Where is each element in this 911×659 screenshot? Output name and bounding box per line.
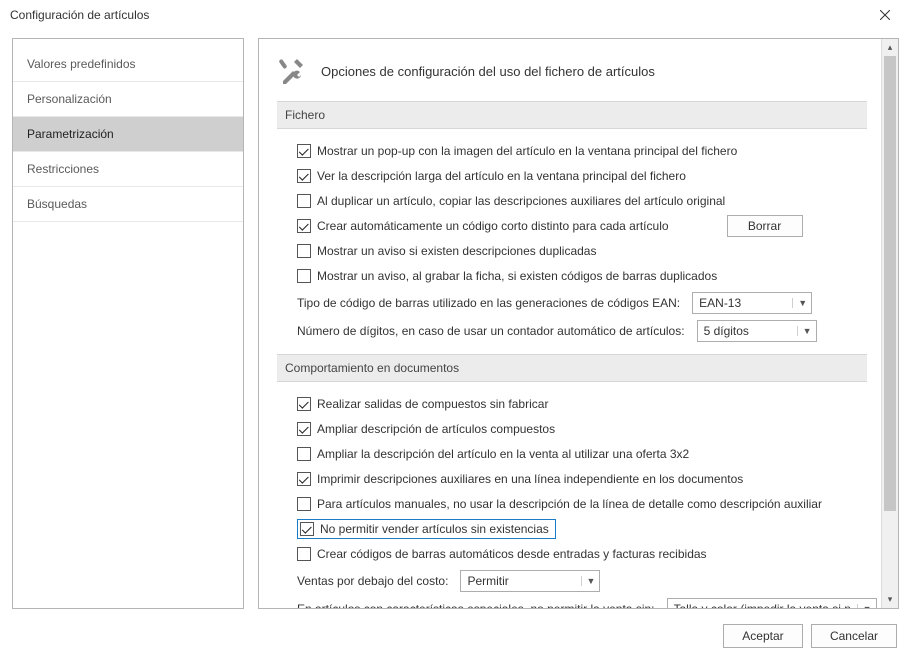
scrollbar-track-region[interactable] bbox=[882, 56, 898, 591]
main-panel: Opciones de configuración del uso del fi… bbox=[258, 38, 899, 609]
checkbox-aviso-barras-dup[interactable] bbox=[297, 269, 311, 283]
dialog-body: Valores predefinidos Personalización Par… bbox=[0, 30, 911, 613]
group-header-fichero: Fichero bbox=[277, 101, 867, 129]
checkbox-desc-larga[interactable] bbox=[297, 169, 311, 183]
sidebar-item-restricciones[interactable]: Restricciones bbox=[13, 152, 243, 187]
chevron-down-icon: ▼ bbox=[857, 604, 872, 608]
chevron-down-icon: ▼ bbox=[581, 576, 596, 586]
checkbox-label: Mostrar un aviso, al grabar la ficha, si… bbox=[317, 269, 717, 283]
checkbox-label: Ampliar descripción de artículos compues… bbox=[317, 422, 555, 436]
checkbox-ampliar-desc-oferta[interactable] bbox=[297, 447, 311, 461]
label-num-digitos: Número de dígitos, en caso de usar un co… bbox=[297, 324, 685, 338]
checkbox-label: Realizar salidas de compuestos sin fabri… bbox=[317, 397, 548, 411]
scrollbar-thumb[interactable] bbox=[884, 56, 896, 511]
sidebar: Valores predefinidos Personalización Par… bbox=[12, 38, 244, 609]
select-num-digitos[interactable]: 5 dígitos ▼ bbox=[697, 320, 817, 342]
chevron-down-icon: ▼ bbox=[792, 298, 807, 308]
group-body-comportamiento: Realizar salidas de compuestos sin fabri… bbox=[277, 392, 867, 608]
chevron-down-icon: ▼ bbox=[797, 326, 812, 336]
checkbox-label: Imprimir descripciones auxiliares en una… bbox=[317, 472, 743, 486]
group-title: Fichero bbox=[285, 108, 325, 122]
group-title: Comportamiento en documentos bbox=[285, 361, 459, 375]
sidebar-item-label: Búsquedas bbox=[27, 197, 87, 211]
vertical-scrollbar[interactable]: ▴ ▾ bbox=[881, 39, 898, 608]
sidebar-item-personalizacion[interactable]: Personalización bbox=[13, 82, 243, 117]
dialog-footer: Aceptar Cancelar bbox=[0, 613, 911, 659]
titlebar: Configuración de artículos bbox=[0, 0, 911, 30]
select-caract-especiales[interactable]: Talla y color (impedir la venta si no s … bbox=[667, 598, 877, 608]
sidebar-item-valores-predefinidos[interactable]: Valores predefinidos bbox=[13, 47, 243, 82]
window-title: Configuración de artículos bbox=[10, 8, 149, 22]
select-tipo-ean[interactable]: EAN-13 ▼ bbox=[692, 292, 812, 314]
close-button[interactable] bbox=[865, 1, 905, 29]
checkbox-label: No permitir vender artículos sin existen… bbox=[320, 522, 549, 536]
select-value: 5 dígitos bbox=[704, 324, 749, 338]
checkbox-label: Mostrar un pop-up con la imagen del artí… bbox=[317, 144, 737, 158]
cancel-button[interactable]: Cancelar bbox=[811, 624, 897, 648]
select-ventas-costo[interactable]: Permitir ▼ bbox=[460, 570, 600, 592]
checkbox-codigo-corto[interactable] bbox=[297, 219, 311, 233]
checkbox-label: Al duplicar un artículo, copiar las desc… bbox=[317, 194, 725, 208]
label-tipo-ean: Tipo de código de barras utilizado en la… bbox=[297, 296, 680, 310]
sidebar-item-label: Restricciones bbox=[27, 162, 99, 176]
page-header: Opciones de configuración del uso del fi… bbox=[277, 55, 867, 87]
checkbox-crear-barras-auto[interactable] bbox=[297, 547, 311, 561]
accept-button[interactable]: Aceptar bbox=[723, 624, 803, 648]
checkbox-label: Crear automáticamente un código corto di… bbox=[317, 219, 669, 233]
borrar-button[interactable]: Borrar bbox=[727, 215, 803, 237]
checkbox-popup-imagen[interactable] bbox=[297, 144, 311, 158]
scroll-up-arrow-icon[interactable]: ▴ bbox=[882, 39, 898, 56]
checkbox-salidas-compuestos[interactable] bbox=[297, 397, 311, 411]
checkbox-ampliar-desc-comp[interactable] bbox=[297, 422, 311, 436]
checkbox-label: Ver la descripción larga del artículo en… bbox=[317, 169, 686, 183]
page-title: Opciones de configuración del uso del fi… bbox=[321, 64, 655, 79]
sidebar-item-busquedas[interactable]: Búsquedas bbox=[13, 187, 243, 222]
label-caract-especiales: En artículos con características especia… bbox=[297, 602, 655, 608]
sidebar-item-label: Parametrización bbox=[27, 127, 114, 141]
checkbox-label: Ampliar la descripción del artículo en l… bbox=[317, 447, 689, 461]
checkbox-imprimir-aux[interactable] bbox=[297, 472, 311, 486]
checkbox-label: Para artículos manuales, no usar la desc… bbox=[317, 497, 822, 511]
dialog-window: Configuración de artículos Valores prede… bbox=[0, 0, 911, 659]
select-value: EAN-13 bbox=[699, 296, 741, 310]
sidebar-item-label: Personalización bbox=[27, 92, 112, 106]
select-value: Permitir bbox=[467, 574, 508, 588]
scroll-down-arrow-icon[interactable]: ▾ bbox=[882, 591, 898, 608]
checkbox-duplicar-copiar-aux[interactable] bbox=[297, 194, 311, 208]
checkbox-no-vender-sin-existencias[interactable] bbox=[300, 522, 314, 536]
sidebar-item-label: Valores predefinidos bbox=[27, 57, 136, 71]
checkbox-aviso-desc-dup[interactable] bbox=[297, 244, 311, 258]
tools-icon bbox=[277, 55, 309, 87]
select-value: Talla y color (impedir la venta si no s bbox=[674, 602, 851, 608]
checkbox-label: Crear códigos de barras automáticos desd… bbox=[317, 547, 707, 561]
checkbox-label: Mostrar un aviso si existen descripcione… bbox=[317, 244, 596, 258]
sidebar-item-parametrizacion[interactable]: Parametrización bbox=[13, 117, 243, 152]
checkbox-manuales-no-usar[interactable] bbox=[297, 497, 311, 511]
group-body-fichero: Mostrar un pop-up con la imagen del artí… bbox=[277, 139, 867, 354]
main-content: Opciones de configuración del uso del fi… bbox=[259, 39, 881, 608]
label-ventas-costo: Ventas por debajo del costo: bbox=[297, 574, 448, 588]
highlighted-option: No permitir vender artículos sin existen… bbox=[297, 519, 556, 539]
close-icon bbox=[880, 10, 890, 20]
group-header-comportamiento: Comportamiento en documentos bbox=[277, 354, 867, 382]
